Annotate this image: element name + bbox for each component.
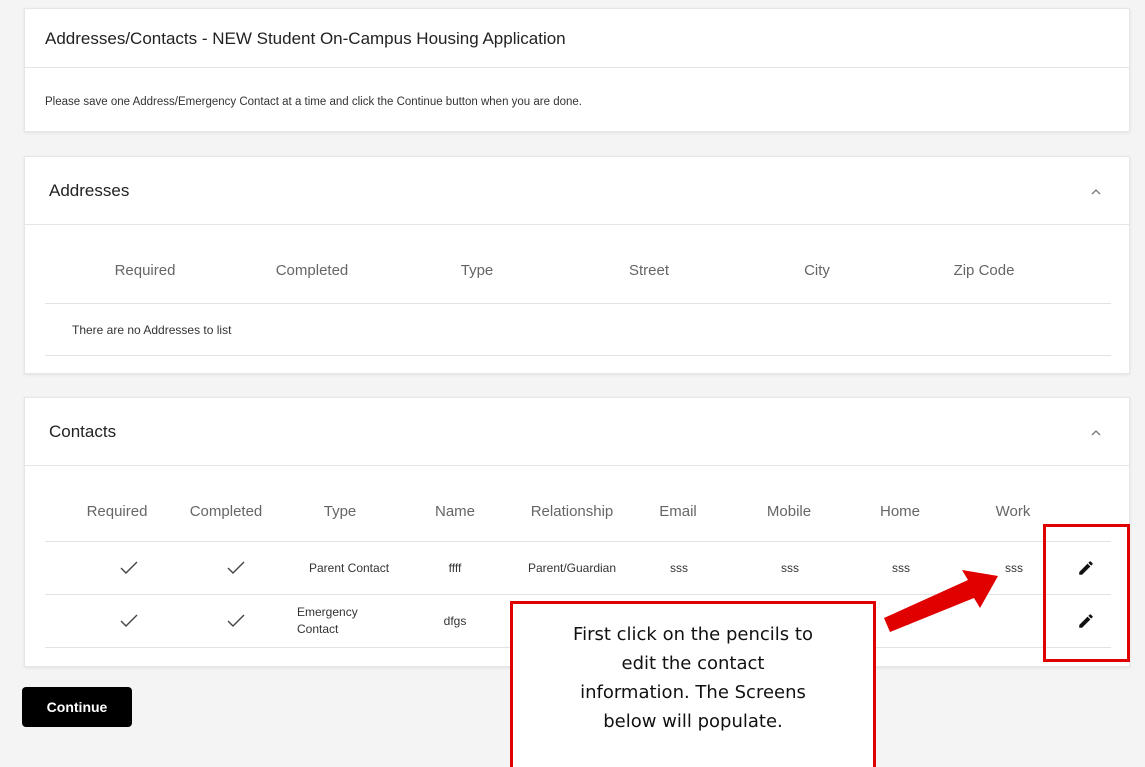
- col-zip-code: Zip Code: [953, 262, 1015, 279]
- col-relationship: Relationship: [530, 503, 614, 520]
- col-required: Required: [86, 503, 148, 520]
- contact-mobile: sss: [781, 561, 799, 575]
- contact-work: sss: [1005, 561, 1023, 575]
- contact-type: Emergency Contact: [297, 605, 358, 636]
- addresses-table-header: Required Completed Type Street City Zip …: [45, 226, 1111, 304]
- col-name: Name: [434, 503, 476, 520]
- addresses-card: Addresses Required Completed Type Street…: [24, 156, 1130, 374]
- check-icon: [120, 614, 138, 628]
- annotation-arrow-icon: [884, 570, 998, 632]
- addresses-header[interactable]: Addresses: [25, 157, 1129, 225]
- annotation-line: First click on the pencils to: [573, 624, 813, 645]
- col-type: Type: [323, 503, 357, 520]
- contact-email: sss: [670, 561, 688, 575]
- contacts-title: Contacts: [49, 422, 117, 441]
- annotation-callout: First click on the pencils to edit the c…: [510, 601, 876, 767]
- col-completed: Completed: [189, 503, 263, 520]
- col-mobile: Mobile: [766, 503, 812, 520]
- addresses-table: Required Completed Type Street City Zip …: [45, 226, 1111, 356]
- col-home: Home: [879, 503, 921, 520]
- col-work: Work: [995, 503, 1031, 520]
- check-icon: [120, 561, 138, 575]
- col-type: Type: [460, 262, 494, 279]
- addresses-title: Addresses: [49, 181, 130, 200]
- check-icon: [227, 614, 245, 628]
- col-city: City: [804, 262, 830, 279]
- col-street: Street: [628, 262, 670, 279]
- col-required: Required: [114, 262, 176, 279]
- empty-message: There are no Addresses to list: [72, 323, 232, 337]
- contact-name: dfgs: [443, 614, 467, 628]
- page-title: Addresses/Contacts - NEW Student On-Camp…: [25, 9, 1129, 68]
- intro-card: Addresses/Contacts - NEW Student On-Camp…: [24, 8, 1130, 132]
- chevron-up-icon[interactable]: [1091, 398, 1101, 466]
- contact-name: ffff: [448, 561, 462, 575]
- col-completed: Completed: [275, 262, 349, 279]
- annotation-highlight-box: [1043, 524, 1130, 662]
- continue-button[interactable]: Continue: [22, 687, 132, 727]
- annotation-line: information. The Screens: [580, 682, 806, 703]
- annotation-line: edit the contact: [621, 653, 765, 674]
- chevron-up-icon[interactable]: [1091, 157, 1101, 225]
- contact-type: Parent Contact: [308, 561, 390, 575]
- check-icon: [227, 561, 245, 575]
- col-email: Email: [659, 503, 697, 520]
- addresses-empty-row: There are no Addresses to list: [45, 304, 1111, 356]
- contacts-header[interactable]: Contacts: [25, 398, 1129, 466]
- annotation-line: below will populate.: [603, 711, 783, 732]
- contacts-table-header: Required Completed Type Name Relationshi…: [45, 467, 1111, 542]
- instruction-text: Please save one Address/Emergency Contac…: [45, 96, 582, 108]
- contact-relationship: Parent/Guardian: [527, 561, 617, 575]
